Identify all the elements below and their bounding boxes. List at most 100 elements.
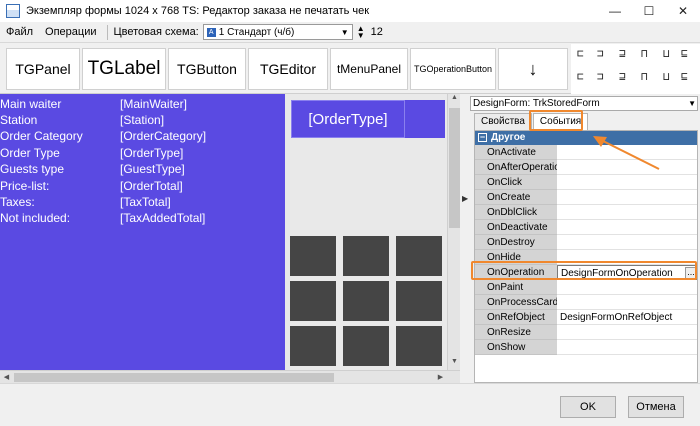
event-name[interactable]: OnActivate [475,145,557,160]
grid-tile[interactable] [396,281,442,321]
align-left-icon[interactable]: ⊏ [577,47,584,60]
event-name[interactable]: OnDestroy [475,235,557,250]
align-hcenter-icon[interactable]: ⊐ [597,47,604,60]
menu-operations[interactable]: Операции [39,26,102,38]
space-horizontal-icon[interactable]: ⊓ [641,47,648,60]
event-row[interactable]: OnDestroy [475,235,697,250]
event-row[interactable]: OnProcessCard [475,295,697,310]
splitter-arrow-icon[interactable]: ▶ [462,194,468,203]
event-row[interactable]: OnPaint [475,280,697,295]
canvas-horizontal-scrollbar[interactable]: ◀ ▶ [0,370,460,383]
tgeditor-button[interactable]: TGEditor [248,48,328,90]
tgoperationbutton-button[interactable]: TGOperationButton [410,48,496,90]
equal-height-icon[interactable]: ⊓ [641,70,648,83]
event-row[interactable]: OnRefObject DesignFormOnRefObject [475,310,697,325]
down-arrow-button[interactable]: ↓ [498,48,568,90]
event-row[interactable]: OnShow [475,340,697,355]
info-row: Taxes: [TaxTotal] [0,195,285,212]
chevron-down-icon[interactable]: ▼ [688,97,696,110]
event-value[interactable]: DesignFormOnRefObject [557,310,697,325]
event-name[interactable]: OnResize [475,325,557,340]
space-vertical-icon[interactable]: ⊒ [619,70,626,83]
event-row[interactable]: OnCreate [475,190,697,205]
event-value[interactable] [557,325,697,340]
event-value-editor[interactable]: DesignFormOnOperation ... [557,265,697,280]
event-value[interactable] [557,220,697,235]
tglabel-button[interactable]: TGLabel [82,48,166,90]
event-row[interactable]: OnDblClick [475,205,697,220]
canvas-vertical-scrollbar[interactable]: ▲ ▼ [447,94,460,370]
tmenupanel-button[interactable]: tMenuPanel [330,48,408,90]
event-row[interactable]: OnHide [475,250,697,265]
tab-properties[interactable]: Свойства [474,113,532,130]
event-value[interactable]: DesignFormOnOperation [561,268,673,279]
event-value[interactable] [557,280,697,295]
close-button[interactable]: ✕ [666,0,700,22]
info-key: Main waiter [0,97,62,111]
event-name[interactable]: OnOperation [475,265,557,280]
collapse-icon[interactable]: − [478,132,487,142]
event-row[interactable]: OnDeactivate [475,220,697,235]
event-name[interactable]: OnProcessCard [475,295,557,310]
grid-tile[interactable] [343,326,389,366]
event-row[interactable]: OnClick [475,175,697,190]
send-back-icon[interactable]: ⊑ [681,70,688,83]
event-name[interactable]: OnPaint [475,280,557,295]
event-value[interactable] [557,295,697,310]
grid-tile[interactable] [290,326,336,366]
event-name[interactable]: OnShow [475,340,557,355]
event-row-selected[interactable]: OnOperation DesignFormOnOperation ... [475,265,697,280]
event-name[interactable]: OnCreate [475,190,557,205]
equal-width-icon[interactable]: ⊔ [663,47,670,60]
align-bottom-icon[interactable]: ⊏ [577,70,584,83]
vertical-scroll-thumb[interactable] [449,108,460,228]
object-selector[interactable]: DesignForm: TrkStoredForm ▼ [470,96,698,111]
info-value: [TaxAddedTotal] [120,211,206,225]
grid-tile[interactable] [343,281,389,321]
event-value[interactable] [557,250,697,265]
event-value[interactable] [557,235,697,250]
order-type-button[interactable]: [OrderType] [291,100,405,138]
event-name[interactable]: OnRefObject [475,310,557,325]
bring-front-icon[interactable]: ⊔ [663,70,670,83]
event-value[interactable] [557,205,697,220]
event-name[interactable]: OnHide [475,250,557,265]
event-name[interactable]: OnDblClick [475,205,557,220]
cancel-button[interactable]: Отмена [628,396,684,418]
tgpanel-button[interactable]: TGPanel [6,48,80,90]
align-vcenter-icon[interactable]: ⊐ [597,70,604,83]
order-info-panel[interactable]: Main waiter [MainWaiter] Station [Statio… [0,94,285,370]
event-row[interactable]: OnResize [475,325,697,340]
event-name[interactable]: OnClick [475,175,557,190]
grid-tile[interactable] [290,236,336,276]
panel-splitter[interactable]: ▶ [460,94,470,383]
maximize-button[interactable]: ☐ [632,0,666,22]
align-top-icon[interactable]: ⊑ [681,47,688,60]
order-type-button-extra[interactable] [405,100,445,138]
grid-tile[interactable] [396,236,442,276]
event-value[interactable] [557,175,697,190]
tab-events[interactable]: События [532,113,589,130]
grid-tile[interactable] [396,326,442,366]
event-name[interactable]: OnAfterOperation [475,160,557,175]
align-right-icon[interactable]: ⊒ [619,47,626,60]
color-scheme-select[interactable]: A 1 Стандарт (ч/б) ▼ [202,24,353,40]
info-key: Taxes: [0,195,35,209]
scroll-up-icon[interactable]: ▲ [448,94,460,106]
inspector-tabs: Свойства События [474,113,589,130]
minimize-button[interactable]: — [598,0,632,22]
scroll-down-icon[interactable]: ▼ [448,358,460,370]
tgbutton-button[interactable]: TGButton [168,48,246,90]
ok-button[interactable]: OK [560,396,616,418]
event-value[interactable] [557,340,697,355]
event-name[interactable]: OnDeactivate [475,220,557,235]
ellipsis-button[interactable]: ... [685,267,697,279]
menu-file[interactable]: Файл [0,26,39,38]
chevron-down-icon[interactable]: ▼ [338,25,352,39]
design-canvas[interactable]: Main waiter [MainWaiter] Station [Statio… [0,94,460,370]
event-value[interactable] [557,190,697,205]
grid-tile[interactable] [290,281,336,321]
horizontal-scroll-thumb[interactable] [14,373,334,382]
grid-tile[interactable] [343,236,389,276]
spin-arrows-icon[interactable]: ▲ ▼ [357,25,365,40]
